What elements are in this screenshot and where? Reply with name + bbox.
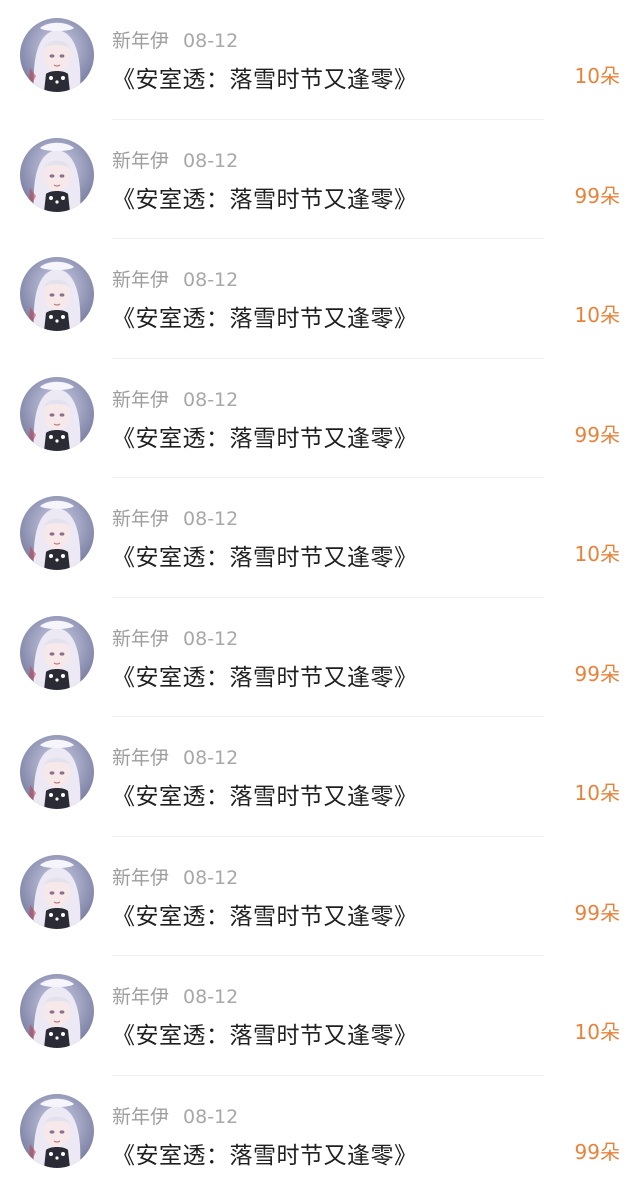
item-date: 08-12: [183, 986, 238, 1008]
item-meta: 新年伊 08-12: [112, 265, 238, 292]
gift-amount: 10朵: [575, 777, 620, 806]
list-item[interactable]: 新年伊 08-12 《安室透：落雪时节又逢零》 99朵: [0, 359, 640, 479]
gift-amount: 10朵: [575, 60, 620, 89]
item-date: 08-12: [183, 150, 238, 172]
item-title: 《安室透：落雪时节又逢零》: [112, 1016, 418, 1050]
user-name: 新年伊: [112, 867, 169, 889]
item-date: 08-12: [183, 867, 238, 889]
item-meta: 新年伊 08-12: [112, 146, 238, 173]
item-title: 《安室透：落雪时节又逢零》: [112, 180, 418, 214]
list-item[interactable]: 新年伊 08-12 《安室透：落雪时节又逢零》 10朵: [0, 478, 640, 598]
avatar[interactable]: [20, 18, 94, 92]
item-date: 08-12: [183, 389, 238, 411]
gift-amount: 99朵: [575, 658, 620, 687]
gift-amount: 10朵: [575, 299, 620, 328]
avatar[interactable]: [20, 735, 94, 809]
avatar[interactable]: [20, 257, 94, 331]
user-name: 新年伊: [112, 986, 169, 1008]
item-meta: 新年伊 08-12: [112, 624, 238, 651]
avatar[interactable]: [20, 496, 94, 570]
item-date: 08-12: [183, 269, 238, 291]
item-meta: 新年伊 08-12: [112, 743, 238, 770]
item-meta: 新年伊 08-12: [112, 504, 238, 531]
item-title: 《安室透：落雪时节又逢零》: [112, 658, 418, 692]
user-name: 新年伊: [112, 1106, 169, 1128]
user-name: 新年伊: [112, 269, 169, 291]
item-meta: 新年伊 08-12: [112, 1102, 238, 1129]
item-title: 《安室透：落雪时节又逢零》: [112, 419, 418, 453]
list-item[interactable]: 新年伊 08-12 《安室透：落雪时节又逢零》 99朵: [0, 598, 640, 718]
gift-record-list: 新年伊 08-12 《安室透：落雪时节又逢零》 10朵 新年伊 08-12 《安室透…: [0, 0, 640, 1188]
gift-amount: 99朵: [575, 897, 620, 926]
list-item[interactable]: 新年伊 08-12 《安室透：落雪时节又逢零》 10朵: [0, 956, 640, 1076]
user-name: 新年伊: [112, 30, 169, 52]
item-date: 08-12: [183, 628, 238, 650]
gift-amount: 99朵: [575, 180, 620, 209]
item-date: 08-12: [183, 508, 238, 530]
item-meta: 新年伊 08-12: [112, 385, 238, 412]
item-meta: 新年伊 08-12: [112, 982, 238, 1009]
avatar[interactable]: [20, 974, 94, 1048]
avatar[interactable]: [20, 377, 94, 451]
list-item[interactable]: 新年伊 08-12 《安室透：落雪时节又逢零》 10朵: [0, 239, 640, 359]
item-date: 08-12: [183, 30, 238, 52]
list-item[interactable]: 新年伊 08-12 《安室透：落雪时节又逢零》 10朵: [0, 0, 640, 120]
item-title: 《安室透：落雪时节又逢零》: [112, 538, 418, 572]
gift-amount: 10朵: [575, 538, 620, 567]
item-title: 《安室透：落雪时节又逢零》: [112, 897, 418, 931]
item-title: 《安室透：落雪时节又逢零》: [112, 60, 418, 94]
item-meta: 新年伊 08-12: [112, 26, 238, 53]
item-date: 08-12: [183, 747, 238, 769]
item-meta: 新年伊 08-12: [112, 863, 238, 890]
list-item[interactable]: 新年伊 08-12 《安室透：落雪时节又逢零》 99朵: [0, 1076, 640, 1195]
item-title: 《安室透：落雪时节又逢零》: [112, 1136, 418, 1170]
list-item[interactable]: 新年伊 08-12 《安室透：落雪时节又逢零》 99朵: [0, 120, 640, 240]
avatar[interactable]: [20, 855, 94, 929]
user-name: 新年伊: [112, 150, 169, 172]
item-title: 《安室透：落雪时节又逢零》: [112, 777, 418, 811]
item-title: 《安室透：落雪时节又逢零》: [112, 299, 418, 333]
list-item[interactable]: 新年伊 08-12 《安室透：落雪时节又逢零》 10朵: [0, 717, 640, 837]
avatar[interactable]: [20, 138, 94, 212]
user-name: 新年伊: [112, 508, 169, 530]
gift-amount: 99朵: [575, 1136, 620, 1165]
avatar[interactable]: [20, 616, 94, 690]
user-name: 新年伊: [112, 628, 169, 650]
user-name: 新年伊: [112, 389, 169, 411]
gift-amount: 10朵: [575, 1016, 620, 1045]
list-item[interactable]: 新年伊 08-12 《安室透：落雪时节又逢零》 99朵: [0, 837, 640, 957]
user-name: 新年伊: [112, 747, 169, 769]
item-date: 08-12: [183, 1106, 238, 1128]
avatar[interactable]: [20, 1094, 94, 1168]
gift-amount: 99朵: [575, 419, 620, 448]
